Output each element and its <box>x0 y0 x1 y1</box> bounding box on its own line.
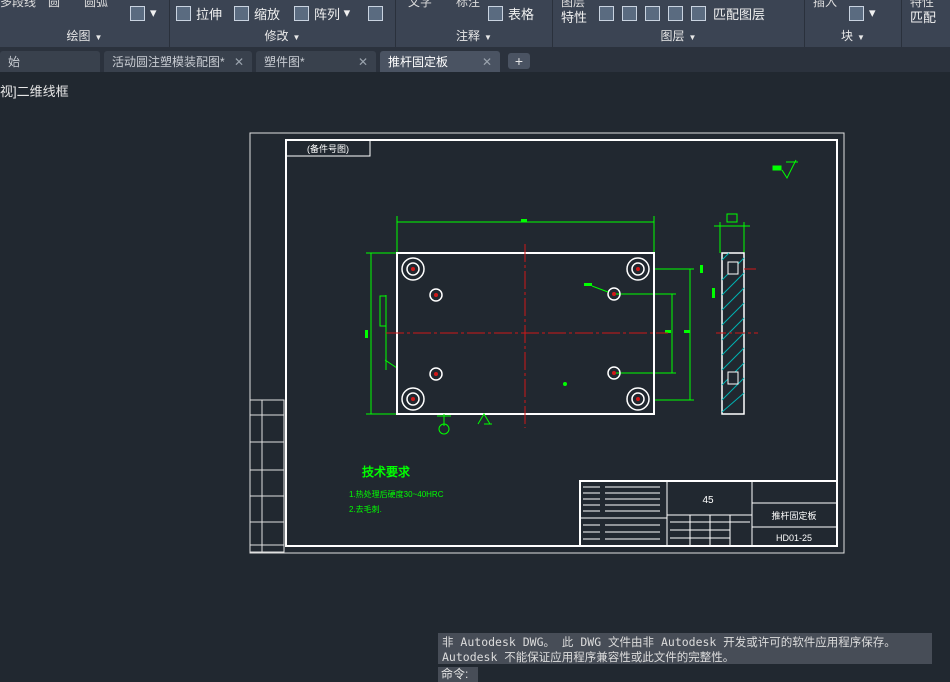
fillet-icon <box>368 5 383 21</box>
command-message-line: Autodesk 不能保证应用程序兼容性或此文件的完整性。 <box>442 650 735 664</box>
match-layer-button[interactable]: 匹配图层 <box>713 3 765 23</box>
svg-text:1.热处理后硬度30~40HRC: 1.热处理后硬度30~40HRC <box>349 489 444 499</box>
make-current-icon <box>691 5 706 21</box>
stretch-icon <box>176 5 191 21</box>
file-tab-bar: 始 活动圆注塑模装配图* ✕ 塑件图* ✕ 推杆固定板 ✕ <box>0 47 950 72</box>
surface-roughness-symbol <box>772 159 798 180</box>
sheet-outer-border <box>249 132 845 554</box>
draw-group-title[interactable]: 绘图 ▼ <box>0 27 169 44</box>
layers-group-title[interactable]: 图层 ▼ <box>553 27 804 44</box>
modify-group: 拉伸 缩放 阵列 ▾ 修改 ▼ <box>170 0 396 47</box>
scale-icon <box>234 5 249 21</box>
annotation-group-title[interactable]: 注释 ▼ <box>396 27 552 44</box>
layer-freeze-icon <box>645 5 660 21</box>
array-icon <box>294 5 309 21</box>
draw-group: 多段线 圆 圆弧 ▾ 绘图 ▼ <box>0 0 170 47</box>
layer-lock-icon <box>668 5 683 21</box>
plate-section-view <box>700 213 758 415</box>
scale-button[interactable]: 缩放 <box>234 3 280 23</box>
drawing-canvas[interactable]: (备件号图) 技术要求 1.热处理后硬度30~40HRC 2.去毛刺. 45 推… <box>0 72 950 632</box>
layer-tools[interactable] <box>599 3 711 23</box>
tab-plastic-part[interactable]: 塑件图* ✕ <box>256 51 376 72</box>
rectangle-tool-button[interactable]: ▾ <box>130 3 157 23</box>
block-group: 插入 ▾ 块 ▼ <box>805 0 902 47</box>
tab-start[interactable]: 始 <box>0 51 100 72</box>
side-registration-strip <box>249 399 285 553</box>
part-number-field: HD01-25 <box>776 533 812 543</box>
close-tab-icon[interactable]: ✕ <box>358 55 368 69</box>
match-properties-button[interactable]: 匹配 <box>910 6 936 26</box>
svg-text:技术要求: 技术要求 <box>362 464 411 479</box>
ribbon: 多段线 圆 圆弧 ▾ 绘图 ▼ 拉伸 缩放 阵列 ▾ 修改 ▼ 文字 标注 表格 注… <box>0 0 950 47</box>
command-prompt[interactable]: 命令: <box>438 667 478 682</box>
annotation-group: 文字 标注 表格 注释 ▼ <box>396 0 553 47</box>
properties-group: 特性 匹配 <box>910 0 937 26</box>
new-tab-button[interactable]: + <box>508 53 530 69</box>
svg-text:2.去毛刺.: 2.去毛刺. <box>349 504 382 514</box>
layer-properties-button[interactable]: 特性 <box>561 6 587 26</box>
layer-isolate-icon <box>622 5 637 21</box>
material-field: 45 <box>702 495 714 506</box>
block-edit-button[interactable]: ▾ <box>849 3 876 23</box>
tab-assembly-drawing[interactable]: 活动圆注塑模装配图* ✕ <box>104 51 252 72</box>
block-edit-icon <box>849 5 864 21</box>
stretch-button[interactable]: 拉伸 <box>176 3 222 23</box>
sheet-inner-border <box>285 139 838 547</box>
technical-requirements: 技术要求 1.热处理后硬度30~40HRC 2.去毛刺. <box>349 464 444 514</box>
plate-front-view <box>365 216 694 435</box>
close-tab-icon[interactable]: ✕ <box>482 55 492 69</box>
block-group-title[interactable]: 块 ▼ <box>805 27 901 44</box>
array-button[interactable]: 阵列 ▾ <box>294 3 350 23</box>
layers-group: 图层 特性 匹配图层 图层 ▼ <box>553 0 805 47</box>
close-tab-icon[interactable]: ✕ <box>234 55 244 69</box>
rectangle-icon <box>130 5 145 21</box>
modify-group-title[interactable]: 修改 ▼ <box>170 27 395 44</box>
spare-stamp: (备件号图) <box>307 143 349 154</box>
command-message-line: 非 Autodesk DWG。 此 DWG 文件由非 Autodesk 开发或许… <box>442 635 896 649</box>
tab-ejector-plate[interactable]: 推杆固定板 ✕ <box>380 51 500 72</box>
part-name-field: 推杆固定板 <box>771 510 816 521</box>
table-button[interactable]: 表格 <box>488 3 534 23</box>
table-icon <box>488 5 503 21</box>
command-history: 非 Autodesk DWG。 此 DWG 文件由非 Autodesk 开发或许… <box>438 633 932 664</box>
layer-off-icon <box>599 5 614 21</box>
fillet-button[interactable] <box>368 3 388 23</box>
